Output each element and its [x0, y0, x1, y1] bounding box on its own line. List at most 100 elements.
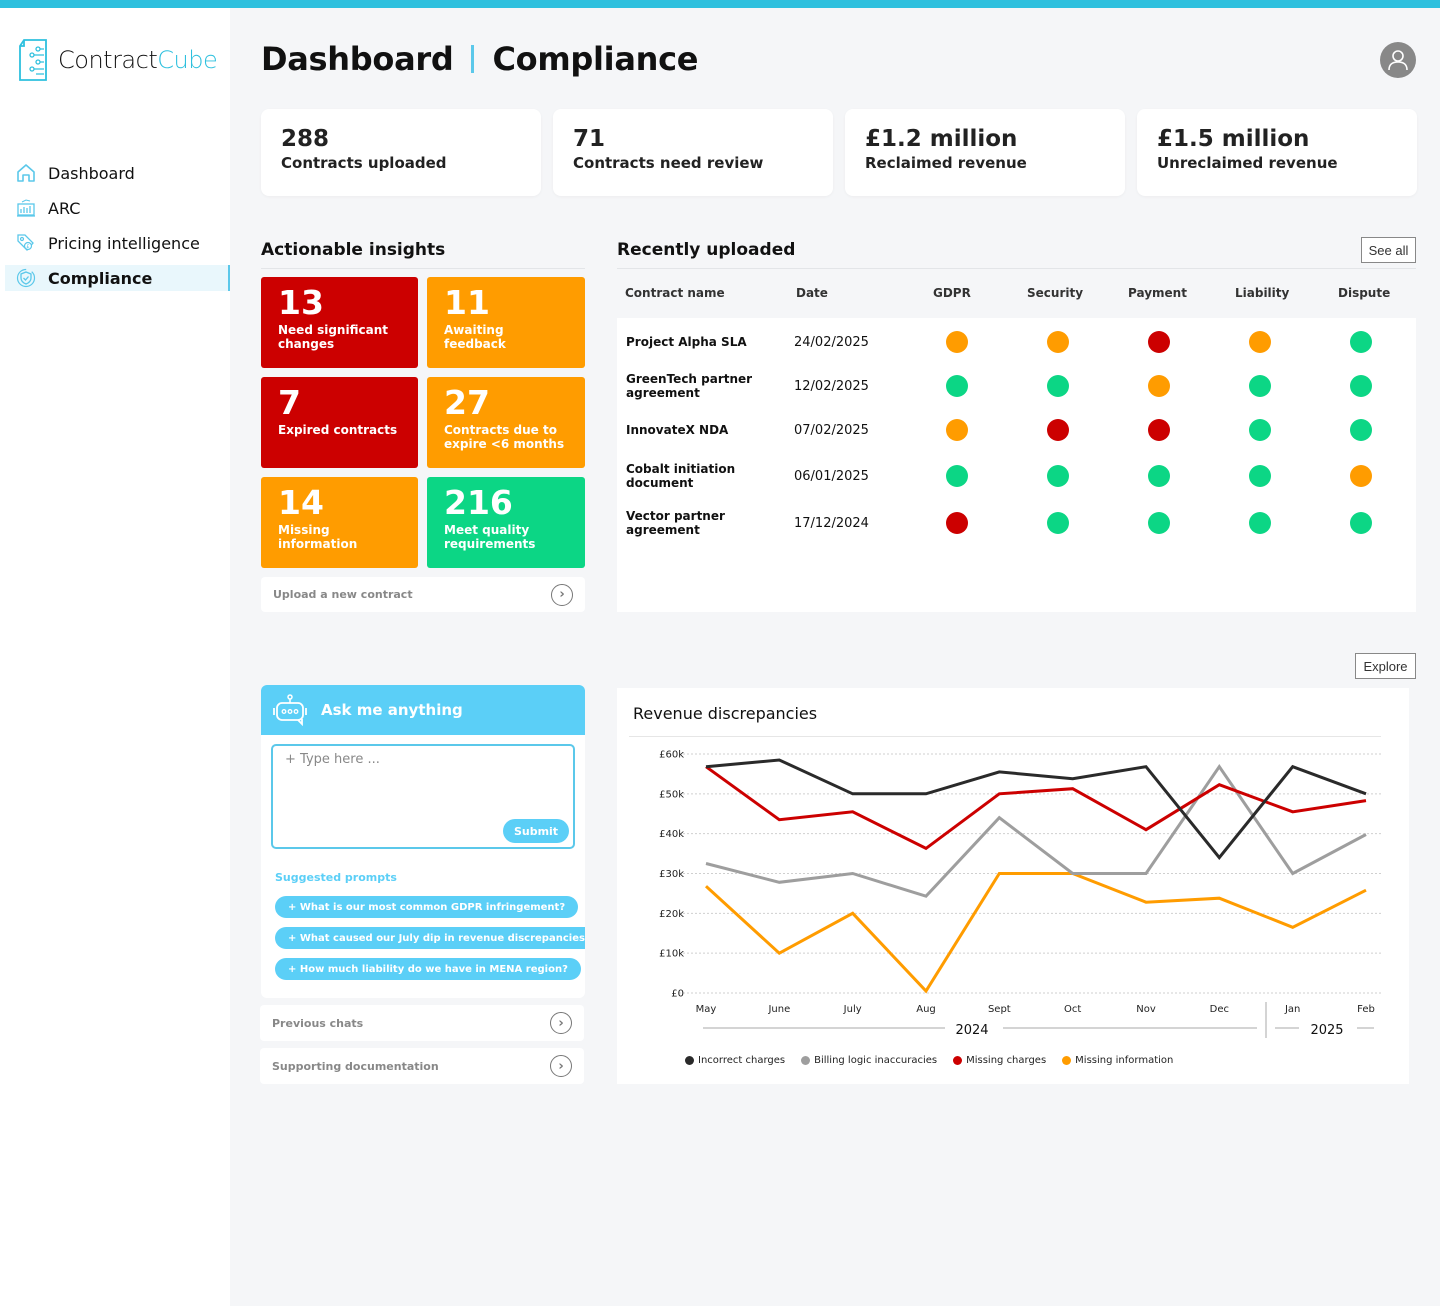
supporting-documentation-button[interactable]: Supporting documentation ›	[260, 1048, 584, 1084]
contract-date: 06/01/2025	[794, 469, 869, 484]
kpi-value: £1.5 million	[1157, 126, 1310, 152]
supporting-documentation-label: Supporting documentation	[272, 1059, 439, 1073]
price-tag-icon: £	[16, 233, 36, 253]
kpi-card-contracts-uploaded[interactable]: 288 Contracts uploaded	[261, 109, 541, 196]
table-row[interactable]: GreenTech partner agreement 12/02/2025	[617, 366, 1416, 406]
status-dot-gdpr-red	[946, 512, 968, 534]
kpi-value: 288	[281, 126, 330, 152]
divider	[261, 268, 585, 269]
column-header-contract-name[interactable]: Contract name	[625, 286, 725, 300]
recently-uploaded-table: Project Alpha SLA 24/02/2025 GreenTech par…	[617, 318, 1416, 612]
kpi-card-contracts-need-review[interactable]: 71 Contracts need review	[553, 109, 833, 196]
legend-item[interactable]: Incorrect charges	[685, 1055, 785, 1066]
insight-tile-awaiting-feedback[interactable]: 11 Awaiting feedback	[427, 277, 585, 368]
status-dot-dispute-orange	[1350, 465, 1372, 487]
suggested-prompt[interactable]: + What is our most common GDPR infringem…	[275, 896, 579, 918]
brand-logo[interactable]: ContractCube	[16, 38, 218, 82]
x-tick-label: May	[696, 1004, 717, 1015]
sidebar-item-label: ARC	[48, 198, 81, 218]
column-header-liability[interactable]: Liability	[1235, 286, 1289, 300]
avatar[interactable]	[1380, 42, 1416, 78]
table-row[interactable]: Project Alpha SLA 24/02/2025	[617, 322, 1416, 362]
status-dot-dispute-green	[1350, 512, 1372, 534]
shield-icon	[16, 268, 36, 288]
status-dot-security-green	[1047, 375, 1069, 397]
revenue-discrepancies-chart: £0 £10k £20k £30k £40k £50k £60k May June July Aug…	[659, 750, 1382, 1038]
chart-icon	[16, 198, 36, 218]
status-dot-dispute-green	[1350, 375, 1372, 397]
legend-item[interactable]: Missing charges	[953, 1055, 1046, 1066]
y-tick-label: £60k	[659, 750, 684, 761]
previous-chats-button[interactable]: Previous chats ›	[260, 1005, 584, 1041]
y-tick-label: £10k	[659, 949, 684, 960]
suggested-prompt[interactable]: + How much liability do we have in MENA …	[275, 958, 581, 980]
top-accent-bar	[0, 0, 1440, 8]
series-line-billing-logic-inaccuracies	[705, 764, 1367, 898]
legend-marker	[801, 1056, 811, 1065]
status-dot-liability-green	[1249, 465, 1271, 487]
upload-contract-button[interactable]: Upload a new contract ›	[261, 577, 585, 612]
sidebar-item-compliance[interactable]: Compliance	[5, 265, 230, 291]
status-dot-payment-green	[1148, 512, 1170, 534]
contract-date: 24/02/2025	[794, 335, 869, 350]
explore-button[interactable]: Explore	[1355, 653, 1416, 679]
insight-tile-expired[interactable]: 7 Expired contracts	[261, 377, 418, 468]
legend-item[interactable]: Billing logic inaccuracies	[801, 1055, 937, 1066]
status-dot-gdpr-orange	[946, 419, 968, 441]
tile-label: Need significant changes	[278, 323, 388, 351]
status-dot-gdpr-green	[946, 465, 968, 487]
x-tick-label: Jan	[1284, 1004, 1300, 1015]
y-tick-label: £20k	[659, 909, 684, 920]
x-tick-label: July	[843, 1004, 862, 1015]
insight-tile-missing-info[interactable]: 14 Missing information	[261, 477, 418, 568]
sidebar-item-arc[interactable]: ARC	[0, 195, 230, 221]
sidebar-item-dashboard[interactable]: Dashboard	[0, 160, 230, 186]
status-dot-liability-green	[1249, 419, 1271, 441]
home-icon	[16, 163, 36, 183]
x-tick-label: Oct	[1064, 1004, 1081, 1015]
tile-value: 11	[444, 283, 490, 322]
insight-tile-meet-quality[interactable]: 216 Meet quality requirements	[427, 477, 585, 568]
submit-button[interactable]: Submit	[503, 819, 569, 843]
insight-tile-need-changes[interactable]: 13 Need significant changes	[261, 277, 418, 368]
column-header-payment[interactable]: Payment	[1128, 286, 1187, 300]
x-tick-label: Dec	[1210, 1004, 1229, 1015]
kpi-card-reclaimed-revenue[interactable]: £1.2 million Reclaimed revenue	[845, 109, 1125, 196]
page-title: Dashboard Compliance	[261, 40, 698, 78]
suggested-prompts-title: Suggested prompts	[275, 871, 397, 884]
see-all-button[interactable]: See all	[1361, 237, 1416, 263]
title-separator	[471, 45, 475, 73]
tile-value: 14	[278, 483, 324, 522]
table-row[interactable]: Vector partner agreement 17/12/2024	[617, 503, 1416, 543]
column-header-dispute[interactable]: Dispute	[1338, 286, 1390, 300]
column-header-date[interactable]: Date	[796, 286, 828, 300]
kpi-label: Unreclaimed revenue	[1157, 154, 1338, 172]
sidebar-item-label: Pricing intelligence	[48, 233, 200, 253]
recently-uploaded-title: Recently uploaded	[617, 240, 796, 260]
brand-name: ContractCube	[58, 46, 218, 74]
insight-tile-due-to-expire[interactable]: 27 Contracts due to expire <6 months	[427, 377, 585, 468]
legend-label: Missing charges	[966, 1055, 1047, 1066]
sidebar-item-pricing-intelligence[interactable]: £ Pricing intelligence	[0, 230, 230, 256]
series-line-incorrect-charges	[705, 758, 1367, 860]
tile-value: 7	[278, 383, 301, 422]
user-icon	[1388, 50, 1408, 71]
status-dot-gdpr-green	[946, 375, 968, 397]
revenue-discrepancies-chart-card: Revenue discrepancies £0 £10k £20k £30k £40k…	[617, 688, 1409, 1084]
table-row[interactable]: InnovateX NDA 07/02/2025	[617, 410, 1416, 450]
contract-name: InnovateX NDA	[626, 423, 729, 437]
kpi-card-unreclaimed-revenue[interactable]: £1.5 million Unreclaimed revenue	[1137, 109, 1417, 196]
chat-title: Ask me anything	[321, 701, 463, 719]
chevron-right-icon: ›	[550, 1012, 572, 1034]
series-line-missing-information	[704, 872, 1367, 994]
suggested-prompt[interactable]: + What caused our July dip in revenue di…	[275, 927, 585, 949]
y-tick-label: £40k	[659, 829, 684, 840]
column-header-security[interactable]: Security	[1027, 286, 1083, 300]
x-tick-label: Nov	[1136, 1004, 1156, 1015]
status-dot-security-green	[1047, 465, 1069, 487]
column-header-gdpr[interactable]: GDPR	[933, 286, 971, 300]
legend-item[interactable]: Missing information	[1062, 1055, 1173, 1066]
status-dot-dispute-green	[1350, 419, 1372, 441]
table-row[interactable]: Cobalt initiation document 06/01/2025	[617, 456, 1416, 496]
status-dot-liability-orange	[1249, 331, 1271, 353]
